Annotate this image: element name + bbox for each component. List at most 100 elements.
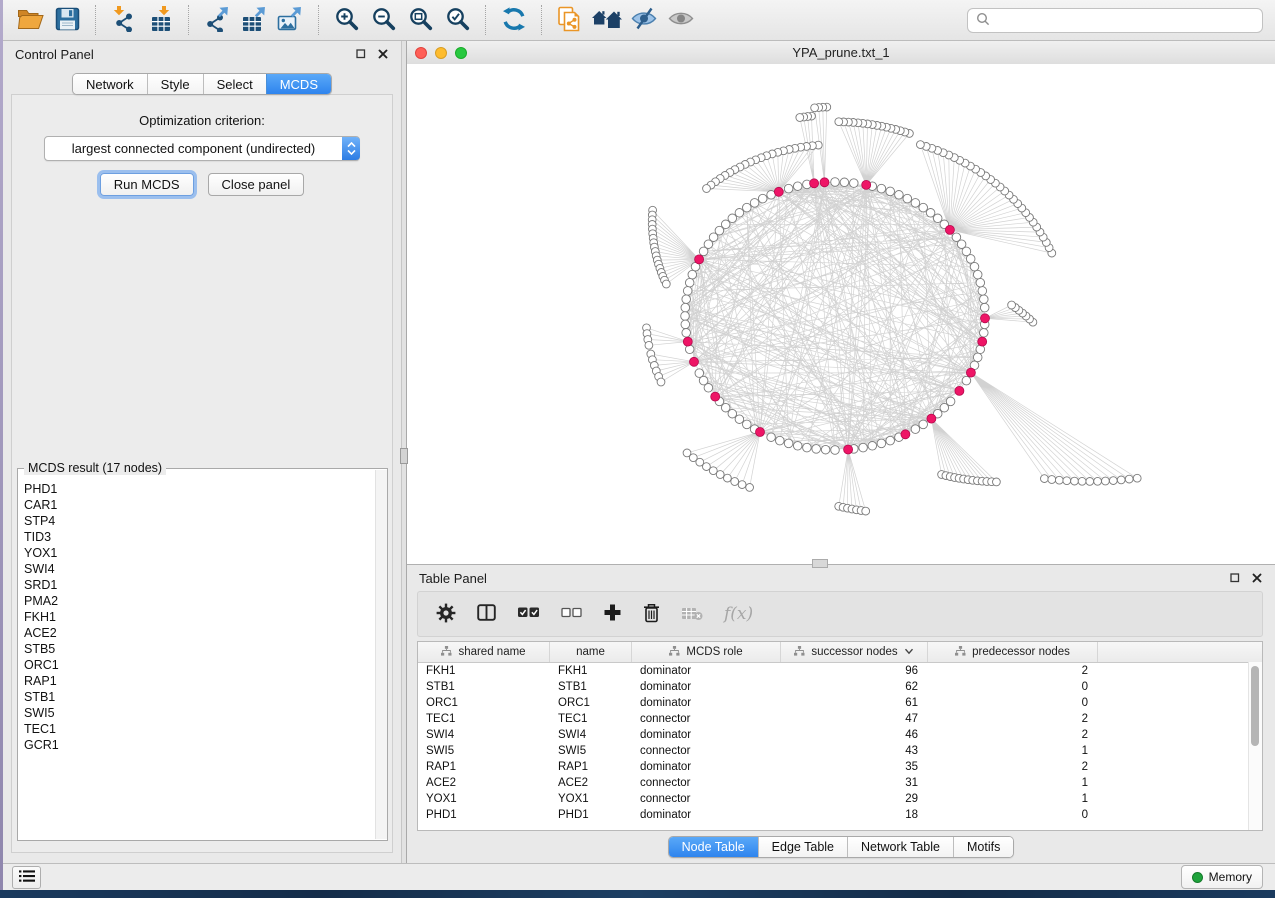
mcds-result-item[interactable]: TID3 — [24, 529, 387, 545]
cell-mcds-role[interactable]: dominator — [632, 681, 781, 693]
export-table-button[interactable] — [235, 3, 272, 37]
open-file-button[interactable] — [12, 3, 49, 37]
cell-successor-nodes[interactable]: 46 — [781, 729, 928, 741]
clone-network-button[interactable] — [551, 3, 588, 37]
mcds-result-item[interactable]: TEC1 — [24, 721, 387, 737]
select-all-columns-button[interactable] — [517, 606, 540, 622]
cell-mcds-role[interactable]: connector — [632, 745, 781, 757]
mcds-result-item[interactable]: CAR1 — [24, 497, 387, 513]
cell-name[interactable]: FKH1 — [550, 665, 632, 677]
import-table-file-button[interactable] — [142, 3, 179, 37]
close-table-panel-icon[interactable] — [1250, 572, 1263, 585]
table-scrollbar-thumb[interactable] — [1251, 666, 1259, 746]
mcds-result-item[interactable]: YOX1 — [24, 545, 387, 561]
refresh-view-button[interactable] — [495, 3, 532, 37]
export-network-button[interactable] — [198, 3, 235, 37]
zoom-out-button[interactable] — [365, 3, 402, 37]
mcds-result-item[interactable]: RAP1 — [24, 673, 387, 689]
cell-mcds-role[interactable]: connector — [632, 793, 781, 805]
task-history-button[interactable] — [12, 866, 41, 889]
cell-shared-name[interactable]: TEC1 — [418, 713, 550, 725]
column-settings-gear-button[interactable] — [436, 603, 456, 626]
table-row[interactable]: FKH1FKH1dominator962 — [418, 663, 1262, 679]
cell-predecessor-nodes[interactable]: 2 — [928, 761, 1098, 773]
table-row[interactable]: ORC1ORC1dominator610 — [418, 695, 1262, 711]
mcds-result-list[interactable]: PHD1CAR1STP4TID3YOX1SWI4SRD1PMA2FKH1ACE2… — [18, 469, 387, 753]
cell-name[interactable]: YOX1 — [550, 793, 632, 805]
mcds-result-item[interactable]: FKH1 — [24, 609, 387, 625]
cell-predecessor-nodes[interactable]: 0 — [928, 809, 1098, 821]
network-window-titlebar[interactable]: YPA_prune.txt_1 — [407, 41, 1275, 65]
cell-mcds-role[interactable]: dominator — [632, 761, 781, 773]
float-table-panel-icon[interactable] — [1228, 572, 1241, 585]
cell-successor-nodes[interactable]: 18 — [781, 809, 928, 821]
cell-predecessor-nodes[interactable]: 2 — [928, 665, 1098, 677]
cell-mcds-role[interactable]: dominator — [632, 697, 781, 709]
mcds-result-item[interactable]: ORC1 — [24, 657, 387, 673]
mcds-result-item[interactable]: STB5 — [24, 641, 387, 657]
split-columns-button[interactable] — [477, 604, 496, 624]
table-row[interactable]: PHD1PHD1dominator180 — [418, 807, 1262, 823]
memory-button[interactable]: Memory — [1181, 865, 1263, 889]
table-tab-edge-table[interactable]: Edge Table — [758, 837, 847, 857]
cell-predecessor-nodes[interactable]: 0 — [928, 681, 1098, 693]
cell-successor-nodes[interactable]: 96 — [781, 665, 928, 677]
table-row[interactable]: SWI5SWI5connector431 — [418, 743, 1262, 759]
create-column-button[interactable] — [603, 603, 622, 625]
cell-shared-name[interactable]: SWI5 — [418, 745, 550, 757]
zoom-selected-button[interactable] — [439, 3, 476, 37]
mcds-result-item[interactable]: STP4 — [24, 513, 387, 529]
cell-mcds-role[interactable]: dominator — [632, 809, 781, 821]
cell-name[interactable]: TEC1 — [550, 713, 632, 725]
tab-network[interactable]: Network — [73, 74, 147, 94]
import-network-file-button[interactable] — [105, 3, 142, 37]
cell-successor-nodes[interactable]: 35 — [781, 761, 928, 773]
cell-name[interactable]: STB1 — [550, 681, 632, 693]
table-tab-motifs[interactable]: Motifs — [953, 837, 1013, 857]
mcds-result-item[interactable]: SWI5 — [24, 705, 387, 721]
cell-mcds-role[interactable]: dominator — [632, 665, 781, 677]
table-tab-node-table[interactable]: Node Table — [669, 837, 758, 857]
mcds-result-item[interactable]: ACE2 — [24, 625, 387, 641]
column-header-predecessor-nodes[interactable]: predecessor nodes — [928, 642, 1098, 662]
table-row[interactable]: ACE2ACE2connector311 — [418, 775, 1262, 791]
cell-shared-name[interactable]: FKH1 — [418, 665, 550, 677]
table-tab-network-table[interactable]: Network Table — [847, 837, 953, 857]
tab-mcds[interactable]: MCDS — [266, 74, 331, 94]
tab-select[interactable]: Select — [203, 74, 266, 94]
network-graph[interactable] — [407, 64, 1275, 564]
node-table[interactable]: shared namenameMCDS rolesuccessor nodesp… — [417, 641, 1263, 831]
cell-shared-name[interactable]: SWI4 — [418, 729, 550, 741]
cell-mcds-role[interactable]: connector — [632, 777, 781, 789]
mcds-result-item[interactable]: STB1 — [24, 689, 387, 705]
column-header-mcds-role[interactable]: MCDS role — [632, 642, 781, 662]
cell-shared-name[interactable]: ACE2 — [418, 777, 550, 789]
cell-successor-nodes[interactable]: 31 — [781, 777, 928, 789]
run-mcds-button[interactable]: Run MCDS — [100, 173, 194, 196]
cell-mcds-role[interactable]: connector — [632, 713, 781, 725]
close-window-icon[interactable] — [415, 47, 427, 59]
horizontal-splitter-handle[interactable] — [812, 559, 828, 568]
mcds-result-item[interactable]: GCR1 — [24, 737, 387, 753]
cell-shared-name[interactable]: YOX1 — [418, 793, 550, 805]
cell-shared-name[interactable]: RAP1 — [418, 761, 550, 773]
network-canvas[interactable] — [407, 64, 1275, 564]
vertical-splitter-handle[interactable] — [400, 448, 408, 464]
table-row[interactable]: TEC1TEC1connector472 — [418, 711, 1262, 727]
cell-name[interactable]: SWI4 — [550, 729, 632, 741]
delete-columns-button[interactable] — [643, 603, 660, 626]
mcds-result-item[interactable]: SRD1 — [24, 577, 387, 593]
cell-name[interactable]: PHD1 — [550, 809, 632, 821]
cell-successor-nodes[interactable]: 29 — [781, 793, 928, 805]
zoom-fit-button[interactable] — [402, 3, 439, 37]
close-panel-button[interactable]: Close panel — [208, 173, 305, 196]
column-header-name[interactable]: name — [550, 642, 632, 662]
float-panel-icon[interactable] — [354, 48, 367, 61]
cell-successor-nodes[interactable]: 47 — [781, 713, 928, 725]
zoom-in-button[interactable] — [328, 3, 365, 37]
search-box[interactable] — [967, 8, 1263, 33]
show-panel-button[interactable] — [662, 3, 699, 37]
minimize-window-icon[interactable] — [435, 47, 447, 59]
mcds-result-item[interactable]: PHD1 — [24, 481, 387, 497]
cell-predecessor-nodes[interactable]: 2 — [928, 713, 1098, 725]
